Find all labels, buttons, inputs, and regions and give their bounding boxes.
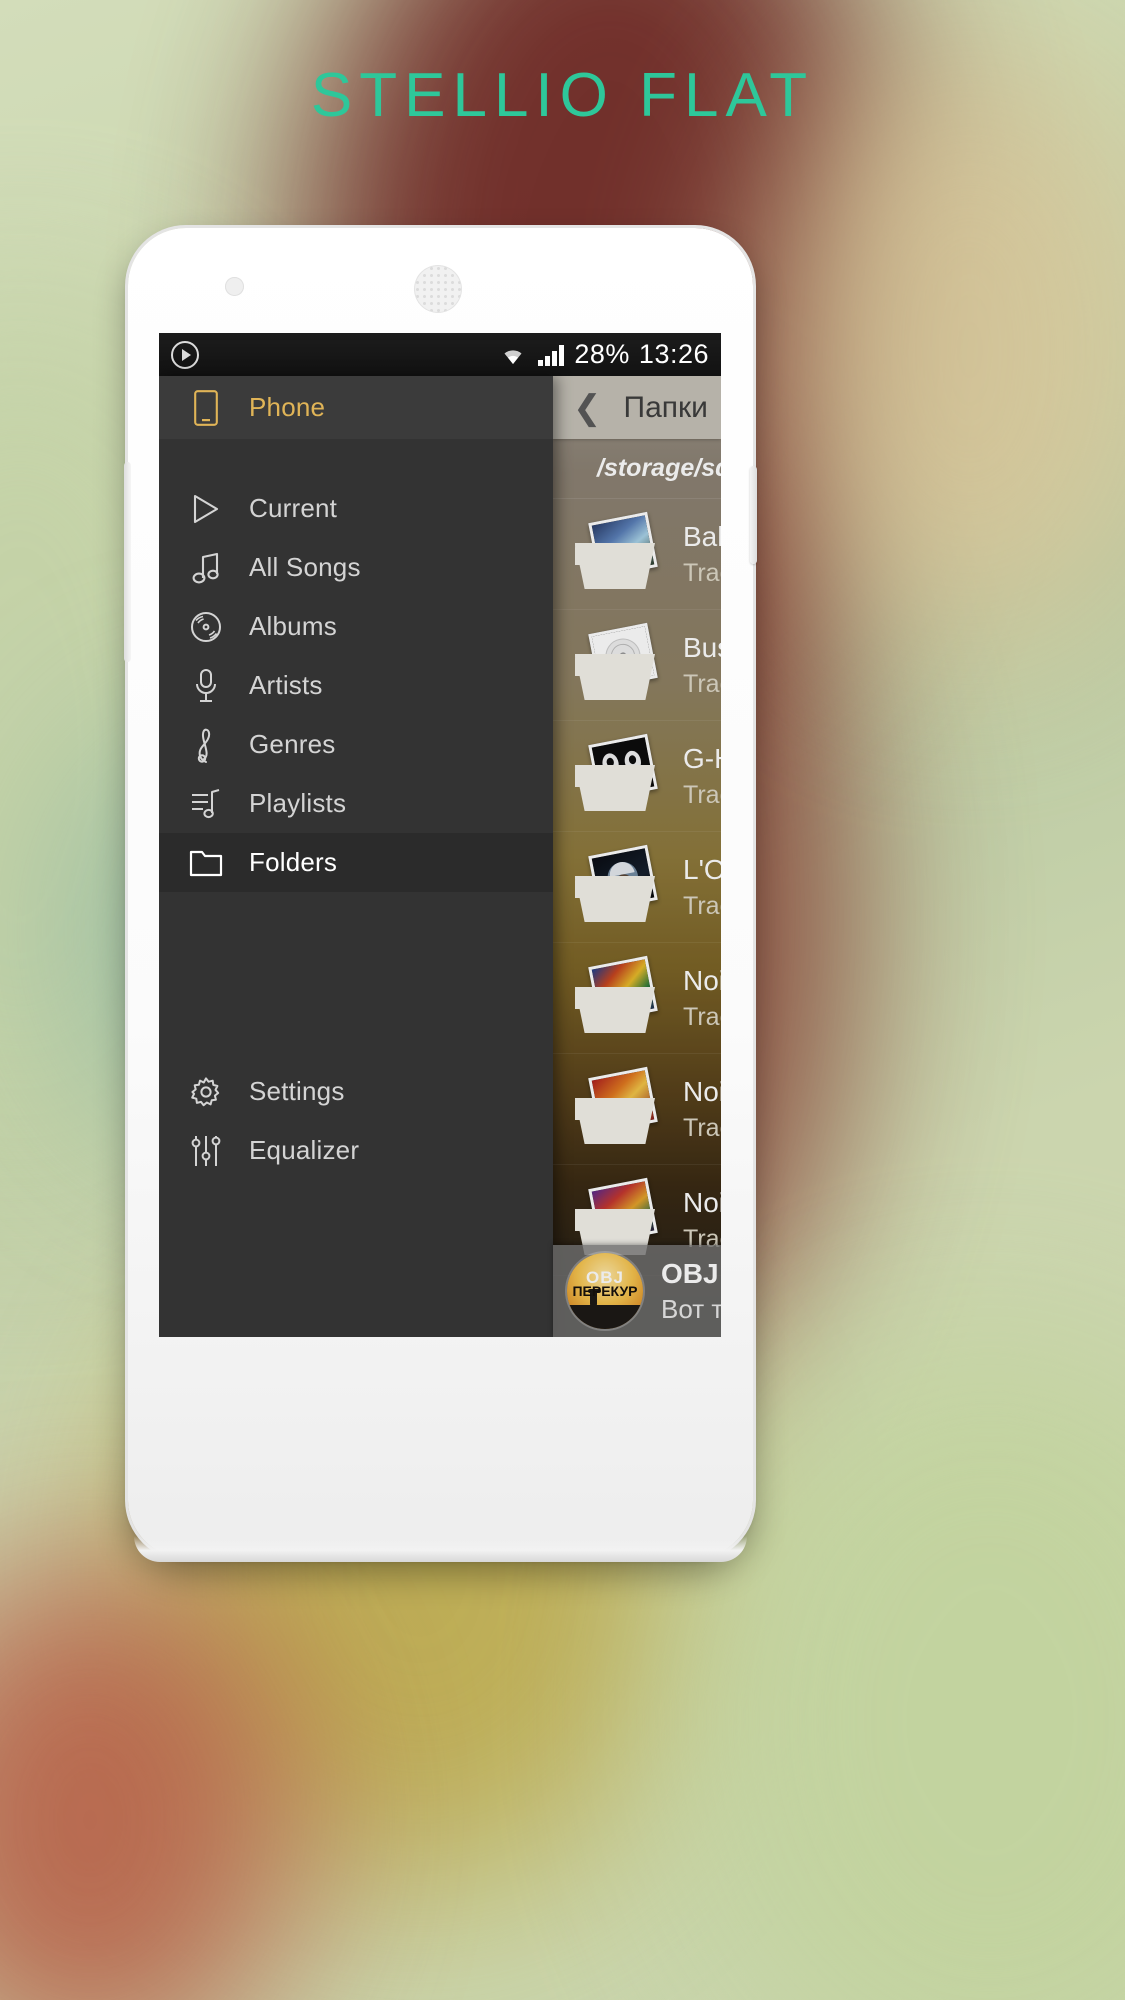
drawer-item-all-songs[interactable]: All Songs bbox=[159, 538, 553, 597]
phone-volume-button[interactable] bbox=[750, 466, 757, 564]
drawer-item-phone[interactable]: Phone bbox=[159, 376, 553, 439]
folder-name: Noize M bbox=[683, 1075, 721, 1107]
current-path: /storage/sd bbox=[597, 454, 721, 482]
folder-artwork bbox=[571, 955, 663, 1037]
drawer-item-current[interactable]: Current bbox=[159, 479, 553, 538]
folder-name: L'One ( bbox=[683, 853, 721, 885]
phone-screen: 28% 13:26 ❮ Папки /storage/sd Ba Tra Bu … bbox=[159, 333, 721, 1337]
folder-artwork bbox=[571, 511, 663, 593]
folder-name: Bushido bbox=[683, 631, 721, 663]
drawer-spacer bbox=[159, 439, 553, 479]
now-playing-track: Вот та bbox=[661, 1293, 721, 1324]
folder-row[interactable]: G-Hot & Tracks: 1 bbox=[553, 721, 721, 832]
clock: 13:26 bbox=[638, 339, 709, 369]
folder-row[interactable]: Bahh Te Tracks: 7 bbox=[553, 499, 721, 610]
gear-icon bbox=[189, 1073, 223, 1111]
folder-track-count: Tracks: 1 bbox=[683, 891, 721, 920]
music-note-icon bbox=[189, 549, 223, 587]
artwork-subtitle: ПЕРЕКУР bbox=[572, 1283, 638, 1300]
phone-front-camera bbox=[225, 277, 244, 296]
now-playing-artwork: OBJ ПЕРЕКУР bbox=[567, 1253, 643, 1329]
folder-artwork bbox=[571, 844, 663, 926]
signal-icon bbox=[538, 344, 565, 366]
folder-artwork bbox=[571, 733, 663, 815]
drawer-item-label: Current bbox=[249, 493, 338, 523]
folders-title: Папки bbox=[623, 390, 708, 424]
drawer-item-label: Genres bbox=[249, 729, 336, 759]
folder-name: Noize M bbox=[683, 1186, 721, 1218]
drawer-item-settings[interactable]: Settings bbox=[159, 1062, 553, 1121]
folder-track-count: Tracks: 1 bbox=[683, 669, 721, 698]
folders-panel: ❮ Папки /storage/sd Ba Tra Bu Tra G- Tra… bbox=[553, 376, 721, 1337]
drawer-item-playlists[interactable]: Playlists bbox=[159, 774, 553, 833]
microphone-icon bbox=[189, 667, 223, 705]
drawer-item-label: Playlists bbox=[249, 788, 347, 818]
phone-left-button[interactable] bbox=[124, 462, 131, 662]
drawer-item-label: Albums bbox=[249, 611, 337, 641]
navigation-drawer: Phone Current All Songs Albums Artists G… bbox=[159, 376, 553, 1337]
folder-row[interactable]: Noize M Tracks: 1 bbox=[553, 1054, 721, 1165]
treble-clef-icon bbox=[189, 726, 223, 764]
screen-body: ❮ Папки /storage/sd Ba Tra Bu Tra G- Tra… bbox=[159, 376, 721, 1337]
equalizer-icon bbox=[189, 1132, 223, 1170]
drawer-item-label: Phone bbox=[249, 392, 326, 422]
drawer-item-artists[interactable]: Artists bbox=[159, 656, 553, 715]
battery-percent: 28% bbox=[574, 339, 630, 369]
folder-icon bbox=[189, 844, 223, 882]
folder-artwork bbox=[571, 1066, 663, 1148]
folder-track-count: Tracks: 1 bbox=[683, 1113, 721, 1142]
drawer-item-label: Settings bbox=[249, 1076, 345, 1106]
chevron-left-icon[interactable]: ❮ bbox=[573, 391, 602, 425]
playlist-icon bbox=[189, 785, 223, 823]
drawer-item-label: Folders bbox=[249, 847, 338, 877]
folder-track-count: Tracks: 1 bbox=[683, 1002, 721, 1031]
drawer-item-label: All Songs bbox=[249, 552, 361, 582]
folder-name: Noize M bbox=[683, 964, 721, 996]
drawer-item-folders[interactable]: Folders bbox=[159, 833, 553, 892]
phone-earpiece bbox=[414, 265, 462, 313]
drawer-item-equalizer[interactable]: Equalizer bbox=[159, 1121, 553, 1180]
drawer-item-albums[interactable]: Albums bbox=[159, 597, 553, 656]
now-playing-bar[interactable]: OBJ ПЕРЕКУР OBJ Вот та bbox=[553, 1245, 721, 1337]
folder-name: G-Hot & bbox=[683, 742, 721, 774]
drawer-item-label: Equalizer bbox=[249, 1135, 360, 1165]
status-bar: 28% 13:26 bbox=[159, 333, 721, 376]
wifi-icon bbox=[504, 349, 522, 364]
now-playing-meta: OBJ Вот та bbox=[661, 1258, 721, 1325]
drawer-item-genres[interactable]: Genres bbox=[159, 715, 553, 774]
play-icon bbox=[171, 340, 199, 369]
current-path-row[interactable]: /storage/sd bbox=[553, 439, 721, 499]
drawer-gap bbox=[159, 892, 553, 1062]
folder-artwork bbox=[571, 622, 663, 704]
folder-track-count: Tracks: 7 bbox=[683, 558, 721, 587]
vinyl-record-icon bbox=[189, 608, 223, 646]
folder-row[interactable]: L'One ( Tracks: 1 bbox=[553, 832, 721, 943]
folder-name: Bahh Te bbox=[683, 520, 721, 552]
page-title: STELLIO FLAT bbox=[310, 61, 815, 130]
folder-row[interactable]: Noize M Tracks: 1 bbox=[553, 943, 721, 1054]
drawer-item-label: Artists bbox=[249, 670, 323, 700]
folder-row[interactable]: Bushido Tracks: 1 bbox=[553, 610, 721, 721]
folders-header: ❮ Папки bbox=[553, 376, 721, 439]
play-triangle-icon bbox=[189, 490, 223, 528]
now-playing-artist: OBJ bbox=[661, 1257, 719, 1289]
folder-track-count: Tracks: 1 bbox=[683, 780, 721, 809]
phone-icon bbox=[189, 389, 223, 427]
